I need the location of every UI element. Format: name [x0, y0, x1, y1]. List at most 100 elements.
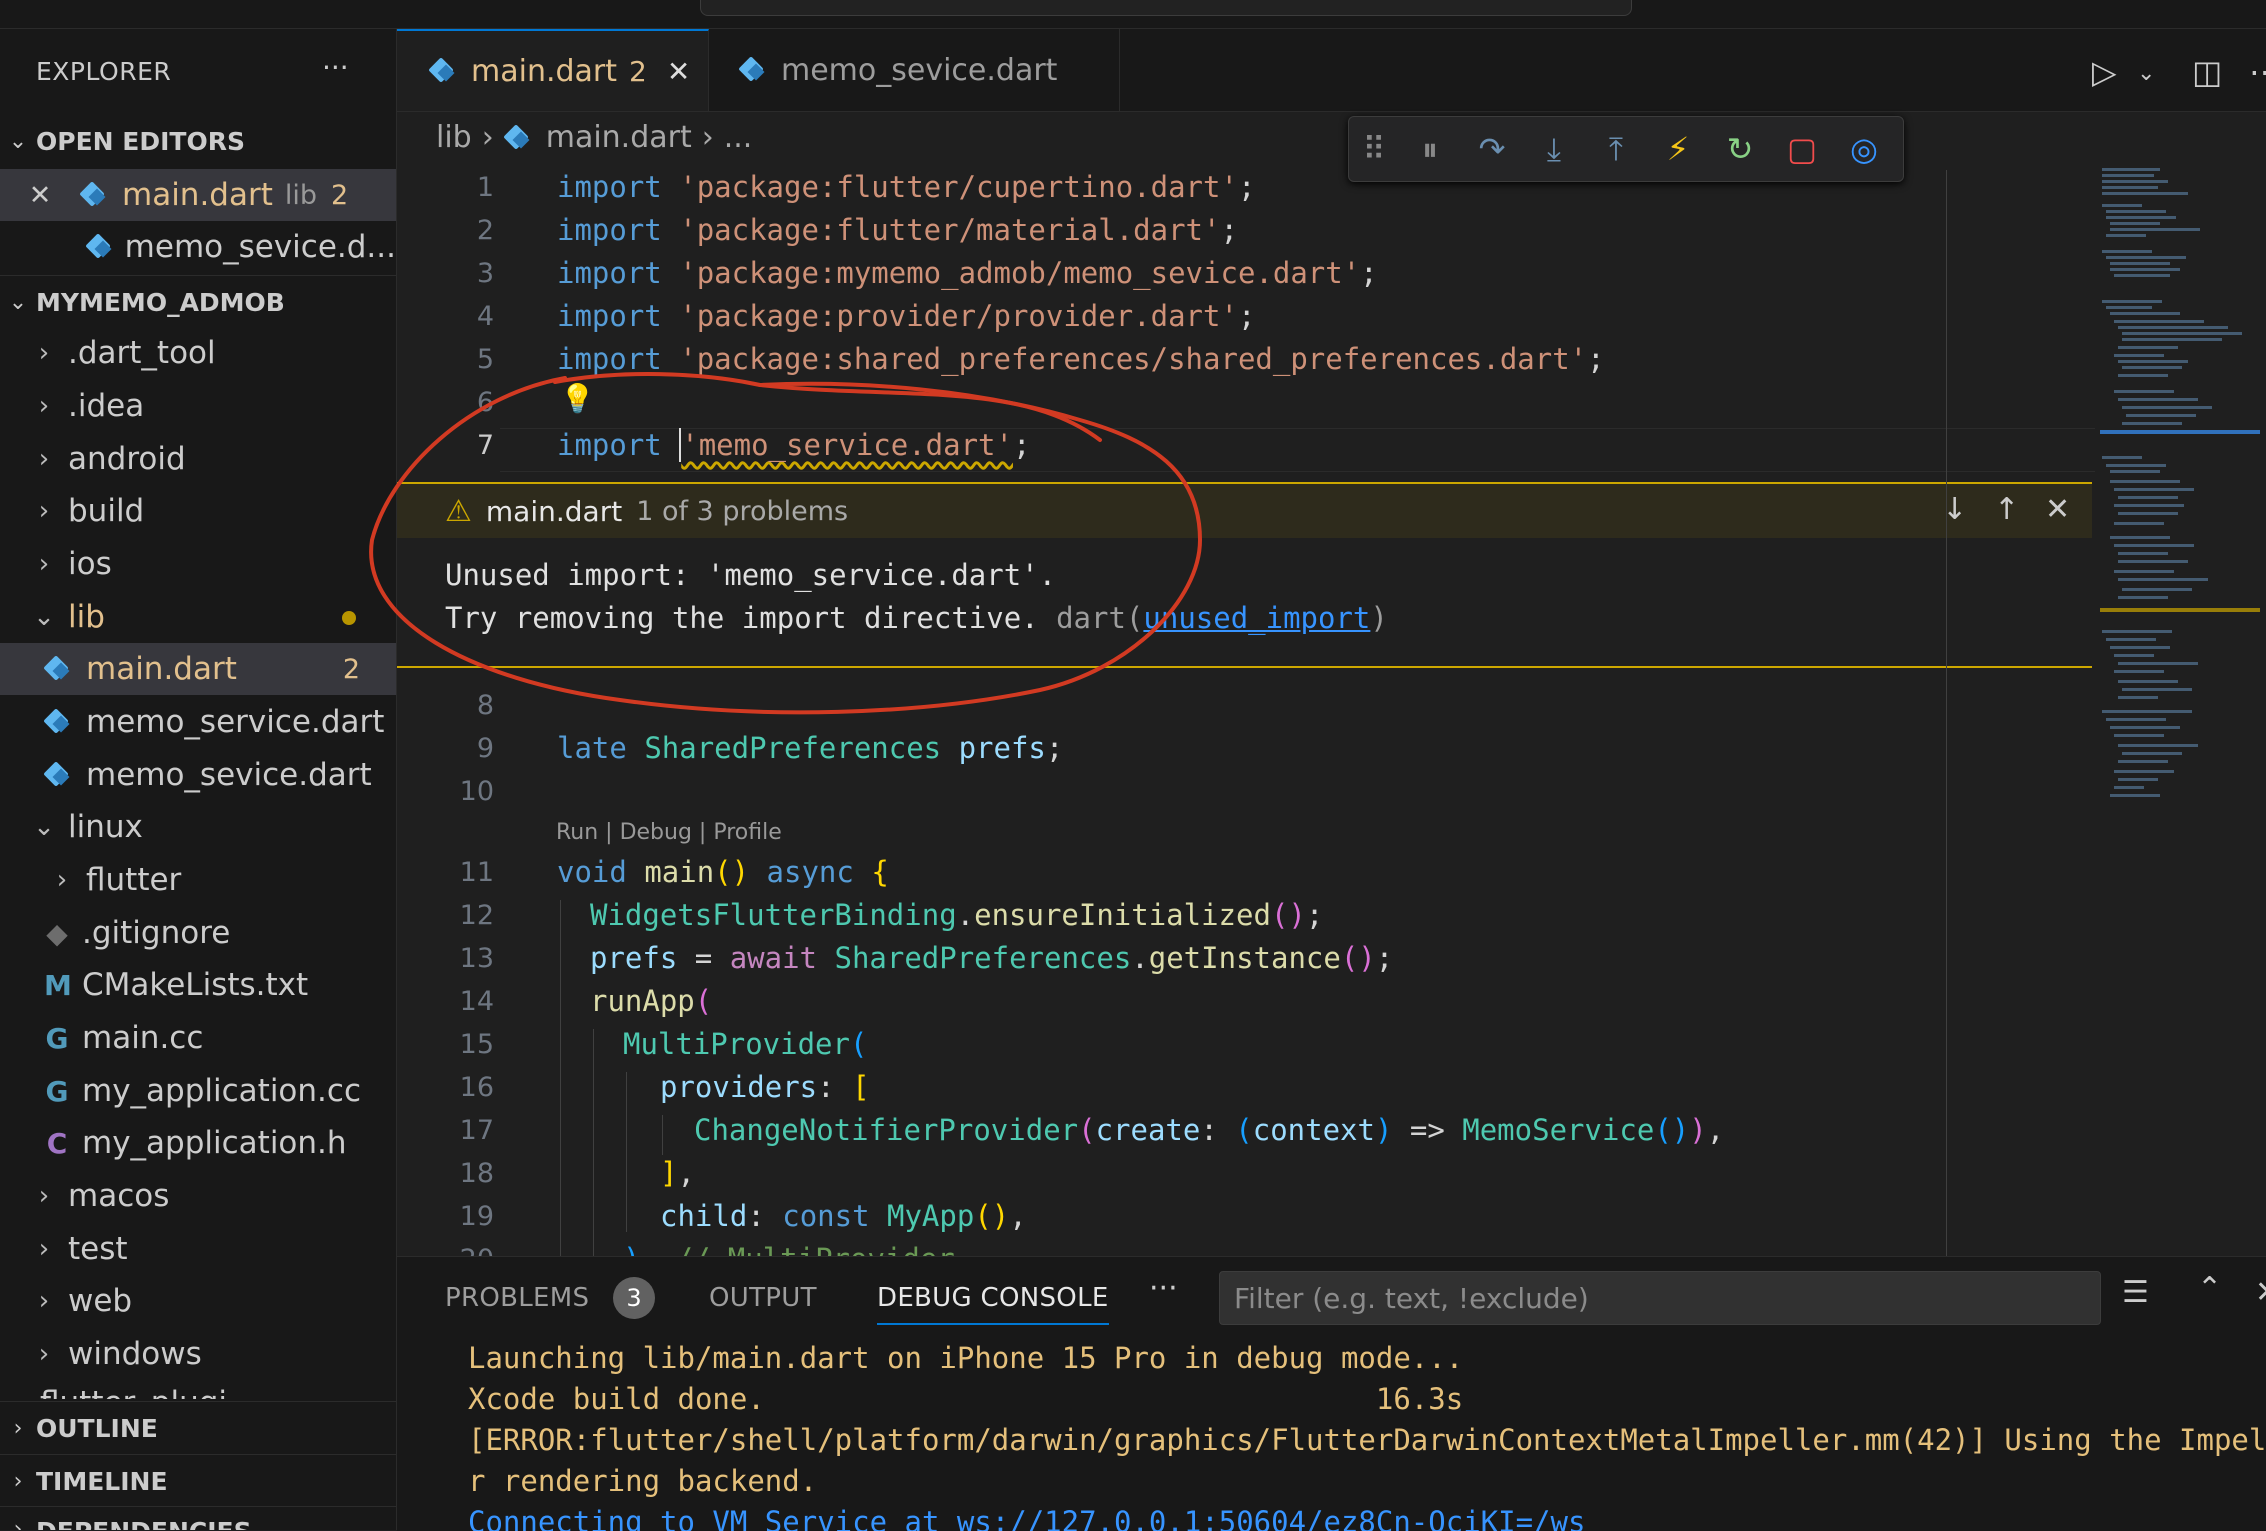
chevron-down-icon: ⌄ [33, 812, 55, 842]
devtools-icon[interactable]: ◎ [1833, 130, 1895, 168]
code-line-13[interactable]: prefs = await SharedPreferences.getInsta… [590, 941, 1393, 975]
git-icon: ◆ [46, 916, 68, 950]
open-editor-main-dart[interactable]: ✕ main.dart lib 2 [0, 169, 396, 221]
code-line-17[interactable]: ChangeNotifierProvider(create: (context)… [694, 1113, 1724, 1147]
close-icon[interactable]: ✕ [667, 55, 690, 88]
tree-macos[interactable]: › macos [0, 1170, 396, 1222]
command-center[interactable] [700, 0, 1632, 16]
clear-console-icon[interactable]: ☰ [2122, 1275, 2149, 1310]
tab-debug-console[interactable]: DEBUG CONSOLE [877, 1283, 1109, 1325]
step-out-icon[interactable]: ⤒ [1585, 130, 1647, 169]
line-number: 3 [476, 258, 494, 289]
restart-icon[interactable]: ↻ [1709, 130, 1771, 168]
tree-lib-memo-service[interactable]: memo_service.dart [0, 696, 396, 748]
explorer-title: EXPLORER [36, 57, 172, 86]
tree-main-cc[interactable]: G main.cc [0, 1012, 396, 1064]
code-line-12[interactable]: WidgetsFlutterBinding.ensureInitialized(… [590, 898, 1323, 932]
code-line-16[interactable]: providers: [ [660, 1070, 870, 1104]
close-icon[interactable]: ✕ [2255, 1275, 2266, 1310]
more-icon[interactable]: ··· [1149, 1271, 1178, 1306]
c-header-icon: C [46, 1126, 68, 1160]
tree-web[interactable]: › web [0, 1275, 396, 1327]
code-line-15[interactable]: MultiProvider( [623, 1027, 867, 1061]
problem-peek-header: ⚠ main.dart 1 of 3 problems ↓ ↑ ✕ [397, 484, 2092, 538]
line-number: 17 [459, 1115, 494, 1146]
chevron-right-icon: › [13, 1415, 23, 1441]
tree-my-application-h[interactable]: C my_application.h [0, 1117, 396, 1169]
line-number: 1 [476, 172, 494, 203]
code-line-18[interactable]: ], [660, 1156, 695, 1190]
code-line-9[interactable]: late SharedPreferences prefs; [557, 731, 1063, 765]
tree-lib[interactable]: ⌄ lib [0, 591, 396, 643]
chevron-up-icon[interactable]: ⌃ [2197, 1271, 2222, 1306]
code-line-2[interactable]: import 'package:flutter/material.dart'; [557, 213, 1238, 247]
chevron-down-icon: ⌄ [33, 602, 55, 632]
more-icon[interactable]: ⋯ [2249, 53, 2266, 91]
tree-lib-main-dart[interactable]: main.dart 2 [0, 643, 396, 695]
code-line-4[interactable]: import 'package:provider/provider.dart'; [557, 299, 1255, 333]
chevron-down-icon[interactable]: ⌄ [2137, 61, 2155, 86]
tree-ios[interactable]: › ios [0, 538, 396, 590]
line-number: 5 [476, 344, 494, 375]
tree-gitignore[interactable]: ◆ .gitignore [0, 907, 396, 959]
code-line-14[interactable]: runApp( [590, 984, 712, 1018]
line-number: 20 [430, 1244, 494, 1256]
code-line-1[interactable]: import 'package:flutter/cupertino.dart'; [557, 170, 1255, 204]
close-icon[interactable]: ✕ [2045, 492, 2070, 527]
tree-test[interactable]: › test [0, 1223, 396, 1275]
open-editor-memo-sevice[interactable]: memo_sevice.d... [0, 221, 396, 273]
indent-guide [560, 900, 561, 1256]
breadcrumb-more[interactable]: ... [724, 120, 753, 155]
stop-icon[interactable]: ▢ [1771, 130, 1833, 168]
project-section[interactable]: ⌄ MYMEMO_ADMOB [0, 275, 396, 328]
tab-problems[interactable]: PROBLEMS [445, 1283, 589, 1313]
step-into-icon[interactable]: ⤓ [1523, 130, 1585, 169]
split-editor-icon[interactable]: ◫ [2192, 53, 2222, 91]
drag-handle-icon[interactable]: ⠿ [1349, 130, 1399, 168]
tree-linux-flutter[interactable]: › flutter [0, 854, 396, 906]
more-actions-icon[interactable]: ··· [322, 51, 349, 84]
tree-windows[interactable]: › windows [0, 1328, 396, 1380]
dependencies-section[interactable]: › DEPENDENCIES [0, 1506, 396, 1530]
minimap[interactable] [2100, 160, 2260, 920]
breadcrumb-file[interactable]: main.dart [546, 120, 692, 155]
dart-file-icon [504, 123, 534, 153]
timeline-section[interactable]: › TIMELINE [0, 1454, 396, 1507]
explorer-sidebar: EXPLORER ··· ⌄ OPEN EDITORS ✕ main.dart … [0, 29, 397, 1530]
outline-section[interactable]: › OUTLINE [0, 1401, 396, 1454]
chevron-right-icon: › [38, 496, 50, 526]
open-editors-section[interactable]: ⌄ OPEN EDITORS [0, 115, 396, 167]
tree-build[interactable]: › build [0, 485, 396, 537]
code-line-19[interactable]: child: const MyApp(), [660, 1199, 1027, 1233]
previous-problem-icon[interactable]: ↑ [1994, 492, 2019, 527]
filter-input[interactable]: Filter (e.g. text, !exclude) [1219, 1271, 2101, 1325]
run-icon[interactable]: ▷ [2092, 53, 2117, 91]
problem-code-link[interactable]: unused_import [1143, 601, 1370, 635]
hot-reload-icon[interactable]: ⚡ [1647, 130, 1709, 168]
close-icon[interactable]: ✕ [16, 180, 64, 211]
tree-cmakelists[interactable]: M CMakeLists.txt [0, 959, 396, 1011]
code-line-3[interactable]: import 'package:mymemo_admob/memo_sevice… [557, 256, 1378, 290]
dart-file-icon [429, 56, 459, 86]
step-over-icon[interactable]: ↷ [1461, 130, 1523, 168]
tab-main-dart[interactable]: main.dart 2 ✕ [397, 29, 709, 111]
code-line-5[interactable]: import 'package:shared_preferences/share… [557, 342, 1605, 376]
lightbulb-icon[interactable]: 💡 [560, 382, 595, 415]
breadcrumb-folder[interactable]: lib [436, 120, 472, 155]
code-line-11[interactable]: void main() async { [557, 855, 889, 889]
tab-output[interactable]: OUTPUT [709, 1283, 817, 1313]
codelens-run-debug-profile[interactable]: Run | Debug | Profile [556, 820, 782, 845]
code-line-7[interactable]: import 'memo_service.dart'; [557, 428, 1030, 462]
tree-android[interactable]: › android [0, 433, 396, 485]
tree-my-application-cc[interactable]: G my_application.cc [0, 1065, 396, 1117]
editor-tabs: main.dart 2 ✕ memo_sevice.dart ▷ ⌄ ◫ ⋯ [397, 29, 2266, 112]
pause-icon[interactable]: ⏸ [1399, 130, 1461, 169]
tree-lib-memo-sevice[interactable]: memo_sevice.dart [0, 749, 396, 801]
chevron-right-icon: › [38, 549, 50, 579]
chevron-right-icon: › [13, 1468, 23, 1494]
tab-memo-sevice[interactable]: memo_sevice.dart [709, 29, 1120, 111]
tree-linux[interactable]: ⌄ linux [0, 801, 396, 853]
tree-dart-tool[interactable]: › .dart_tool [0, 327, 396, 379]
problem-suggestion: Try removing the import directive. dart(… [445, 601, 1388, 635]
tree-idea[interactable]: › .idea [0, 380, 396, 432]
